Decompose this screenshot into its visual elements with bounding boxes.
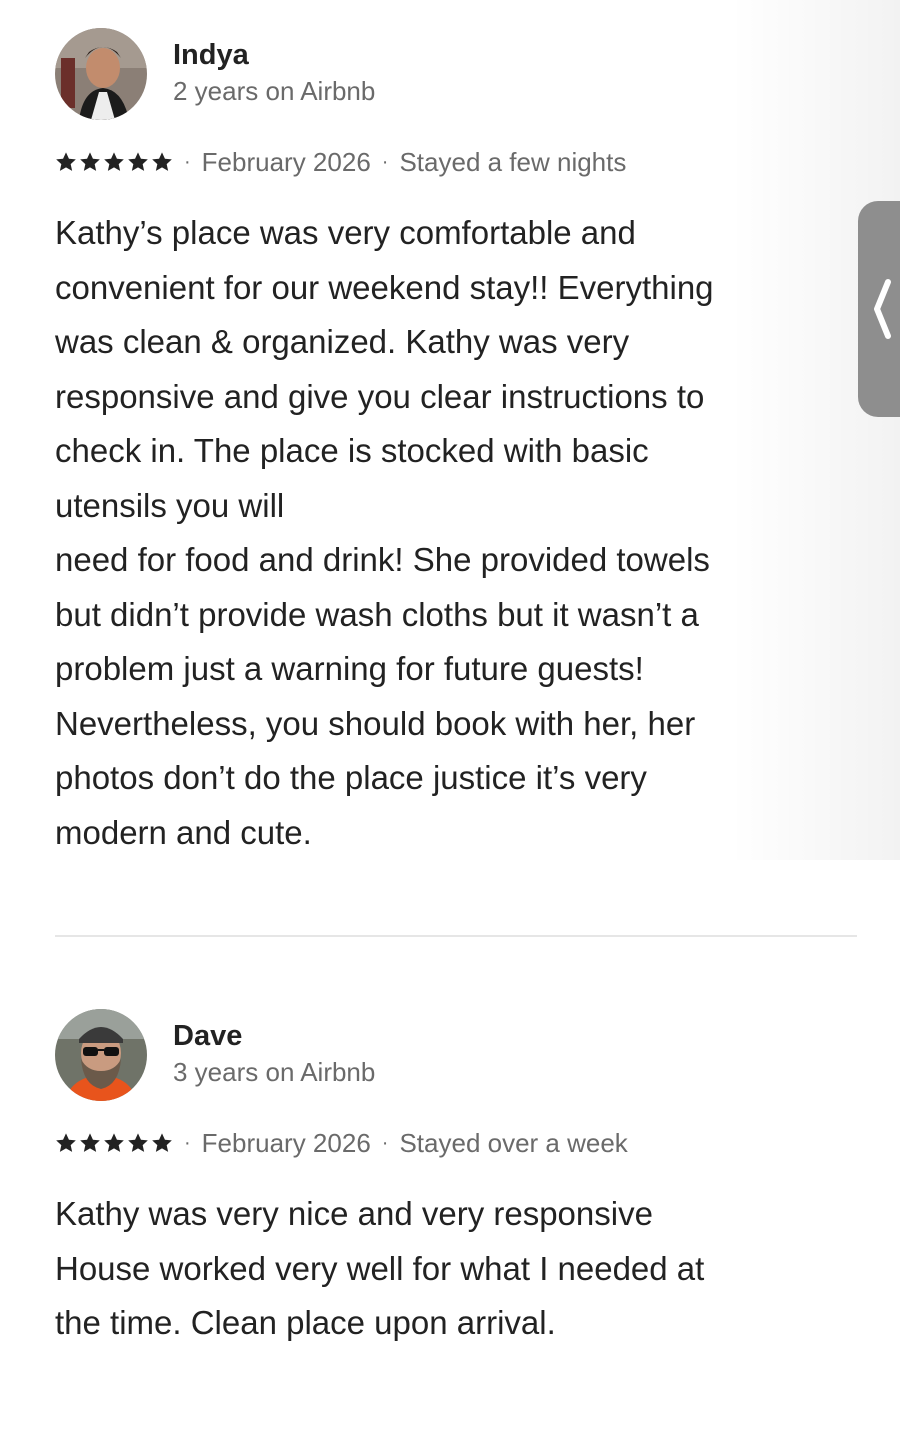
avatar[interactable] (55, 28, 147, 120)
review-text: Kathy’s place was very comfortable and c… (55, 214, 714, 851)
reviewer-name[interactable]: Dave (173, 1020, 375, 1053)
side-panel-tab[interactable] (858, 201, 900, 417)
review-text: Kathy was very nice and very responsive … (55, 1195, 705, 1341)
meta-separator: · (184, 150, 191, 173)
star-icon (128, 1133, 148, 1152)
reviewer-info: Dave 3 years on Airbnb (173, 1020, 375, 1090)
review-date: February 2026 (201, 146, 371, 177)
avatar-photo-dave (55, 1009, 147, 1101)
chevron-left-icon (874, 279, 891, 339)
stay-length: Stayed a few nights (399, 146, 627, 177)
star-icon (80, 1133, 100, 1152)
review-meta: · February 2026 · Stayed a few nights (55, 146, 815, 178)
review-card: Indya 2 years on Airbnb · February 2026 … (55, 28, 815, 860)
star-rating (55, 1132, 173, 1154)
star-icon (152, 152, 172, 171)
star-icon (104, 1133, 124, 1152)
star-icon (80, 152, 100, 171)
star-icon (128, 152, 148, 171)
avatar-photo-indya (55, 28, 147, 120)
star-icon (56, 152, 76, 171)
reviewer-tenure: 3 years on Airbnb (173, 1057, 376, 1088)
meta-separator: · (381, 150, 389, 173)
review-card: Dave 3 years on Airbnb · February 2026 ·… (55, 1009, 815, 1351)
reviewer-tenure: 2 years on Airbnb (173, 76, 376, 107)
review-date: February 2026 (201, 1127, 371, 1158)
meta-separator: · (381, 1131, 389, 1154)
reviewer-header: Dave 3 years on Airbnb (55, 1009, 815, 1101)
reviewer-name[interactable]: Indya (173, 39, 375, 72)
review-divider (55, 935, 857, 937)
avatar[interactable] (55, 1009, 147, 1101)
star-icon (104, 152, 124, 171)
star-icon (152, 1133, 172, 1152)
reviewer-info: Indya 2 years on Airbnb (173, 39, 375, 109)
star-rating (55, 151, 173, 173)
meta-separator: · (184, 1131, 191, 1154)
stay-length: Stayed over a week (399, 1127, 628, 1158)
star-icon (56, 1133, 76, 1152)
review-meta: · February 2026 · Stayed over a week (55, 1127, 815, 1159)
reviewer-header: Indya 2 years on Airbnb (55, 28, 815, 120)
